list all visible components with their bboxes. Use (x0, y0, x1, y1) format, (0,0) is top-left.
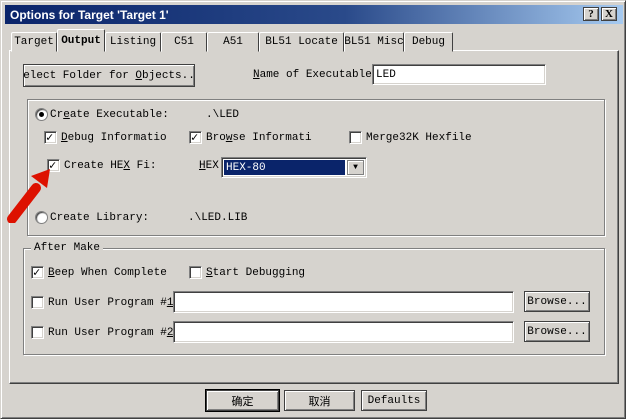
beep-when-complete-checkbox[interactable] (31, 266, 44, 279)
browse-2-button[interactable]: Browse... (524, 321, 590, 342)
tab-target[interactable]: Target (11, 32, 57, 52)
tab-strip: Target Output Listing C51 A51 BL51 Locat… (11, 29, 453, 52)
options-for-target-dialog: Options for Target 'Target 1' ? X Target… (0, 0, 626, 419)
tab-bl51-misc[interactable]: BL51 Misc (344, 32, 404, 52)
browse-information-checkbox[interactable] (189, 131, 202, 144)
help-icon: ? (588, 9, 594, 20)
debug-information-checkbox[interactable] (44, 131, 57, 144)
run-user-program-1-input[interactable] (173, 291, 514, 313)
close-icon: X (605, 9, 613, 20)
run-user-program-1-checkbox[interactable] (31, 296, 44, 309)
hex-format-combobox[interactable]: HEX-80 ▼ (221, 157, 367, 178)
title-bar: Options for Target 'Target 1' (5, 5, 623, 24)
select-folder-button[interactable]: elect Folder for Objects.. (23, 64, 195, 87)
cancel-button[interactable]: 取消 (284, 390, 355, 411)
help-button[interactable]: ? (583, 7, 599, 21)
dialog-title: Options for Target 'Target 1' (10, 8, 169, 22)
close-button[interactable]: X (601, 7, 617, 21)
tab-debug[interactable]: Debug (404, 32, 453, 52)
defaults-button[interactable]: Defaults (361, 390, 427, 411)
tab-output[interactable]: Output (57, 29, 105, 52)
chevron-down-icon[interactable]: ▼ (347, 160, 364, 175)
tab-bl51-locate[interactable]: BL51 Locate (259, 32, 344, 52)
browse-1-button[interactable]: Browse... (524, 291, 590, 312)
tab-listing[interactable]: Listing (105, 32, 161, 52)
ok-button[interactable]: 确定 (206, 390, 279, 411)
run-user-program-2-input[interactable] (173, 321, 514, 343)
after-make-group-title: After Make (31, 242, 103, 255)
run-user-program-2-checkbox[interactable] (31, 326, 44, 339)
create-library-radio[interactable] (35, 211, 48, 224)
tab-c51[interactable]: C51 (161, 32, 207, 52)
name-of-executable-input[interactable] (372, 64, 546, 85)
start-debugging-checkbox[interactable] (189, 266, 202, 279)
tab-a51[interactable]: A51 (207, 32, 259, 52)
create-hex-checkbox[interactable] (47, 159, 60, 172)
hex-format-selected-value: HEX-80 (224, 160, 345, 175)
merge32k-hexfile-checkbox[interactable] (349, 131, 362, 144)
create-executable-radio[interactable] (35, 108, 48, 121)
